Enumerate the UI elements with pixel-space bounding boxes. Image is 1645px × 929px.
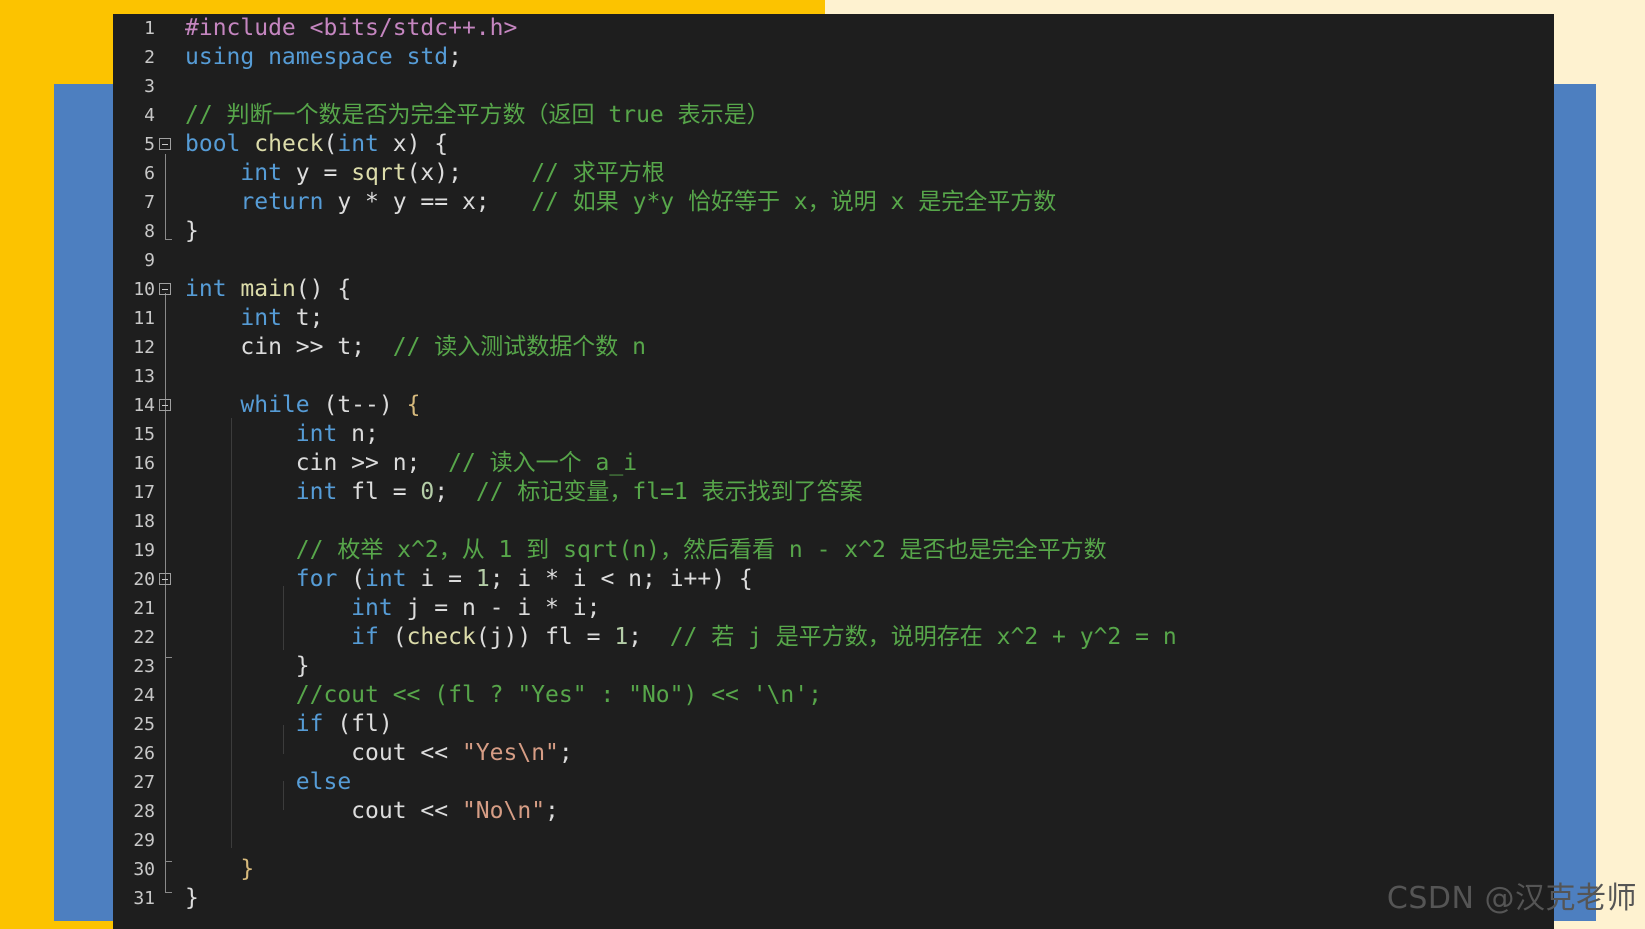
code-text: int j = n - i * i;	[351, 595, 601, 621]
code-text: #include <bits/stdc++.h>	[185, 15, 518, 41]
code-line[interactable]: 29	[113, 826, 1554, 855]
line-number: 27	[133, 772, 155, 793]
code-text: return y * y == x; // 如果 y*y 恰好等于 x，说明 x…	[240, 189, 1057, 215]
code-line[interactable]: 5 bool check(int x) {	[113, 130, 1554, 159]
code-line[interactable]: 8}	[113, 217, 1554, 246]
line-number: 13	[133, 366, 155, 387]
code-line[interactable]: 10 int main() {	[113, 275, 1554, 304]
code-line[interactable]: 19 // 枚举 x^2，从 1 到 sqrt(n)，然后看看 n - x^2 …	[113, 536, 1554, 565]
code-line[interactable]: 12 cin >> t; // 读入测试数据个数 n	[113, 333, 1554, 362]
fold-toggle-icon[interactable]	[159, 573, 171, 585]
code-text: if (fl)	[295, 711, 393, 737]
line-number: 29	[133, 830, 155, 851]
code-text: while (t--) {	[240, 392, 421, 418]
code-line[interactable]: 28 cout << "No\n";	[113, 797, 1554, 826]
code-text: else	[295, 769, 352, 795]
code-line[interactable]: 20 for (int i = 1; i * i < n; i++) {	[113, 565, 1554, 594]
code-text: //cout << (fl ? "Yes" : "No") << '\n';	[295, 682, 822, 708]
code-line[interactable]: 7 return y * y == x; // 如果 y*y 恰好等于 x，说明…	[113, 188, 1554, 217]
line-number: 26	[133, 743, 155, 764]
line-number: 9	[144, 250, 155, 271]
code-editor[interactable]: 1 #include <bits/stdc++.h> 2 using namespac…	[113, 14, 1554, 929]
code-text: }	[185, 653, 310, 679]
code-line[interactable]: 4 // 判断一个数是否为完全平方数（返回 true 表示是）	[113, 101, 1554, 130]
code-text: }	[185, 885, 199, 911]
code-line[interactable]: 13	[113, 362, 1554, 391]
code-text: }	[240, 856, 255, 882]
code-text: // 判断一个数是否为完全平方数（返回 true 表示是）	[185, 102, 770, 128]
code-text: int fl = 0; // 标记变量，fl=1 表示找到了答案	[295, 479, 863, 505]
line-number: 25	[133, 714, 155, 735]
code-line[interactable]: 23 }	[113, 652, 1554, 681]
code-text: int y = sqrt(x); // 求平方根	[240, 160, 665, 186]
code-text: cout << "No\n";	[185, 798, 559, 824]
code-text: if (check(j)) fl = 1; // 若 j 是平方数，说明存在 x…	[351, 624, 1177, 650]
line-number: 16	[133, 453, 155, 474]
code-line[interactable]: 14 while (t--) {	[113, 391, 1554, 420]
line-number: 15	[133, 424, 155, 445]
line-number: 30	[133, 859, 155, 880]
code-line[interactable]: 18	[113, 507, 1554, 536]
code-line[interactable]: 30 }	[113, 855, 1554, 884]
line-number: 17	[133, 482, 155, 503]
line-number: 19	[133, 540, 155, 561]
code-line[interactable]: 22 if (check(j)) fl = 1; // 若 j 是平方数，说明存…	[113, 623, 1554, 652]
code-line[interactable]: 1 #include <bits/stdc++.h>	[113, 14, 1554, 43]
line-number: 14	[133, 395, 155, 416]
code-text: // 枚举 x^2，从 1 到 sqrt(n)，然后看看 n - x^2 是否也…	[295, 537, 1107, 563]
line-number: 22	[133, 627, 155, 648]
code-line[interactable]: 24 //cout << (fl ? "Yes" : "No") << '\n'…	[113, 681, 1554, 710]
code-text: cin >> t; // 读入测试数据个数 n	[185, 334, 646, 360]
code-text: cin >> n; // 读入一个 a_i	[185, 450, 638, 476]
line-number: 4	[144, 105, 155, 126]
code-line[interactable]: 26 cout << "Yes\n";	[113, 739, 1554, 768]
code-text: }	[185, 218, 199, 244]
code-line[interactable]: 3	[113, 72, 1554, 101]
code-line[interactable]: 11 int t;	[113, 304, 1554, 333]
code-line[interactable]: 25 if (fl)	[113, 710, 1554, 739]
code-line[interactable]: 9	[113, 246, 1554, 275]
code-line[interactable]: 16 cin >> n; // 读入一个 a_i	[113, 449, 1554, 478]
code-text: int t;	[240, 305, 324, 331]
fold-toggle-icon[interactable]	[159, 399, 171, 411]
line-number: 24	[133, 685, 155, 706]
line-number: 18	[133, 511, 155, 532]
code-text: using namespace std;	[185, 44, 462, 70]
code-line[interactable]: 15 int n;	[113, 420, 1554, 449]
line-number: 1	[144, 18, 155, 39]
fold-toggle-icon[interactable]	[159, 138, 171, 150]
line-number: 12	[133, 337, 155, 358]
line-number: 20	[133, 569, 155, 590]
code-line[interactable]: 2 using namespace std;	[113, 43, 1554, 72]
code-line[interactable]: 31}	[113, 884, 1554, 913]
code-line[interactable]: 6 int y = sqrt(x); // 求平方根	[113, 159, 1554, 188]
code-line[interactable]: 27 else	[113, 768, 1554, 797]
line-number: 11	[133, 308, 155, 329]
line-number: 7	[144, 192, 155, 213]
watermark: CSDN @汉克老师	[1386, 881, 1637, 916]
code-line[interactable]: 17 int fl = 0; // 标记变量，fl=1 表示找到了答案	[113, 478, 1554, 507]
code-text: bool check(int x) {	[185, 131, 449, 157]
code-text: cout << "Yes\n";	[185, 740, 573, 766]
line-number: 5	[144, 134, 155, 155]
code-line[interactable]: 21 int j = n - i * i;	[113, 594, 1554, 623]
line-number: 10	[133, 279, 155, 300]
code-text: for (int i = 1; i * i < n; i++) {	[295, 566, 753, 592]
line-number: 3	[144, 76, 155, 97]
line-number: 28	[133, 801, 155, 822]
line-number: 31	[133, 888, 155, 909]
code-text: int main() {	[185, 276, 352, 302]
line-number: 2	[144, 47, 155, 68]
line-number: 21	[133, 598, 155, 619]
line-number: 8	[144, 221, 155, 242]
code-text: int n;	[295, 421, 379, 447]
line-number: 23	[133, 656, 155, 677]
fold-toggle-icon[interactable]	[159, 283, 171, 295]
line-number: 6	[144, 163, 155, 184]
